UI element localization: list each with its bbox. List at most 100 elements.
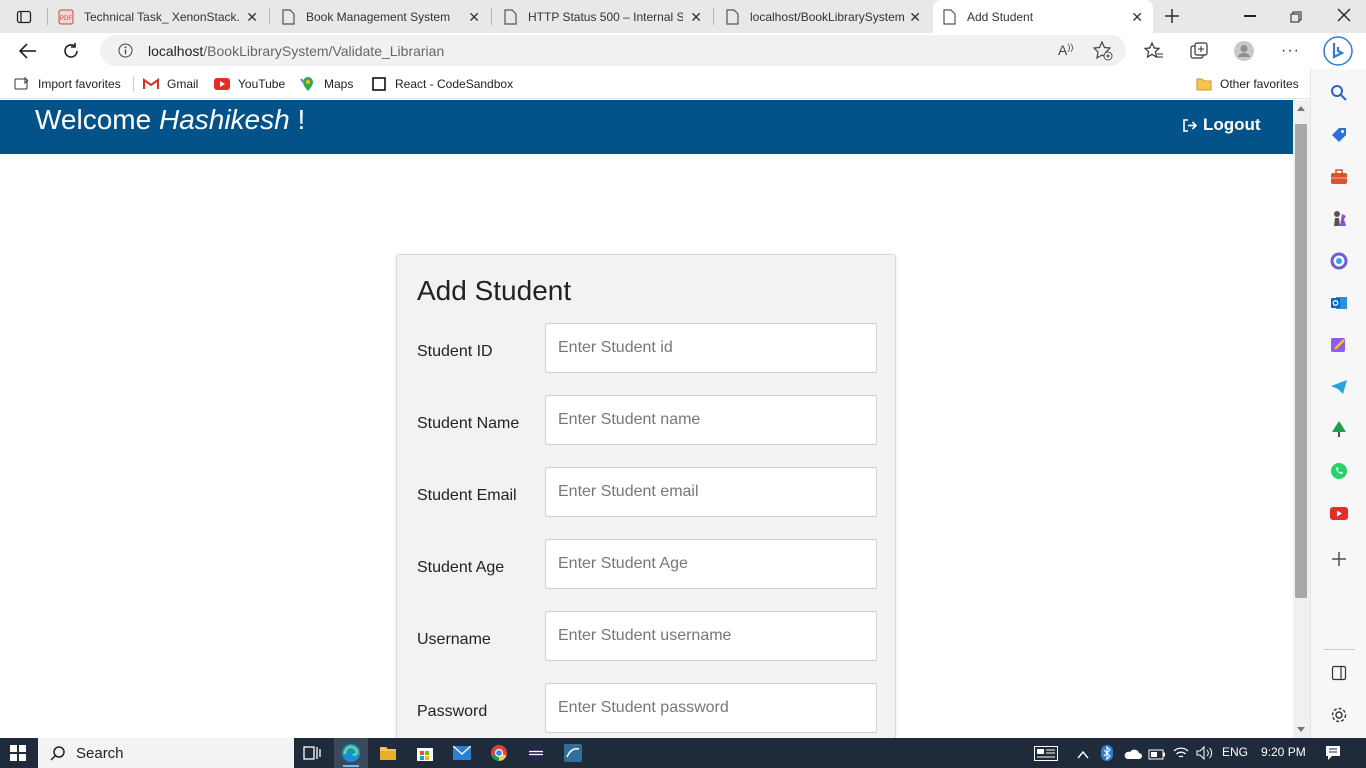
hide-sidebar-icon[interactable]: [1329, 663, 1349, 683]
more-options-icon[interactable]: ···: [1281, 42, 1299, 60]
logout-link[interactable]: Logout: [1182, 115, 1261, 135]
window-close-icon[interactable]: [1337, 8, 1351, 22]
profile-avatar-icon[interactable]: [1233, 40, 1255, 62]
page-icon: [724, 8, 740, 25]
student-age-input[interactable]: [545, 539, 877, 589]
mysql-workbench-icon[interactable]: [563, 743, 583, 763]
task-view-icon[interactable]: [302, 743, 322, 763]
close-icon[interactable]: ✕: [1131, 9, 1143, 26]
sidebar-divider: [1323, 649, 1355, 650]
tools-briefcase-icon[interactable]: [1329, 167, 1349, 187]
language-indicator[interactable]: ENG: [1222, 745, 1248, 759]
welcome-message: Welcome Hashikesh !: [35, 104, 305, 136]
shopping-tag-icon[interactable]: [1329, 125, 1349, 145]
other-favorites-link[interactable]: Other favorites: [1196, 76, 1299, 92]
add-student-form: Add Student Student ID Student Name Stud…: [396, 254, 896, 738]
designer-icon[interactable]: [1329, 335, 1349, 355]
tab-localhost[interactable]: localhost/BookLibrarySystem/ ✕: [716, 0, 931, 33]
tab-separator: [269, 8, 270, 25]
gmail-link[interactable]: Gmail: [143, 76, 198, 92]
favorite-label: Import favorites: [38, 77, 121, 91]
store-icon[interactable]: [415, 743, 435, 763]
tree-icon[interactable]: [1329, 419, 1349, 439]
tab-separator: [47, 8, 48, 25]
add-sidebar-app-icon[interactable]: [1329, 549, 1349, 569]
news-widget-icon[interactable]: [1034, 746, 1058, 761]
file-explorer-icon[interactable]: [378, 743, 398, 763]
page-scrollbar[interactable]: [1293, 100, 1310, 738]
import-favorites-link[interactable]: Import favorites: [14, 76, 121, 92]
tab-label: Technical Task_ XenonStack.p: [84, 9, 239, 24]
show-hidden-icons-icon[interactable]: [1077, 747, 1089, 759]
page-viewport: Welcome Hashikesh ! Logout Add Student S…: [0, 100, 1293, 738]
send-telegram-icon[interactable]: [1329, 377, 1349, 397]
chrome-icon[interactable]: [489, 743, 509, 763]
add-favorite-icon[interactable]: [1092, 40, 1113, 61]
tab-actions-icon[interactable]: [16, 9, 32, 25]
favorites-icon[interactable]: [1143, 41, 1164, 61]
tab-add-student[interactable]: Add Student ✕: [933, 0, 1153, 33]
edge-taskbar-icon[interactable]: [341, 743, 361, 763]
import-icon: [14, 76, 30, 92]
search-label: Search: [76, 744, 124, 762]
games-chess-icon[interactable]: [1329, 209, 1349, 229]
url-host: localhost: [148, 43, 204, 59]
wifi-icon[interactable]: [1173, 746, 1189, 760]
folder-icon: [1196, 76, 1212, 92]
browser-toolbar: localhost/BookLibrarySystem/Validate_Lib…: [0, 33, 1366, 69]
url-text[interactable]: localhost/BookLibrarySystem/Validate_Lib…: [148, 43, 444, 59]
whatsapp-icon[interactable]: [1329, 461, 1349, 481]
outlook-icon[interactable]: [1329, 293, 1349, 313]
minimize-icon[interactable]: [1244, 15, 1256, 17]
bing-copilot-icon[interactable]: [1323, 36, 1353, 66]
new-tab-icon[interactable]: [1163, 7, 1181, 25]
close-icon[interactable]: ✕: [468, 9, 480, 26]
tab-technical-task[interactable]: PDF Technical Task_ XenonStack.p ✕: [50, 0, 268, 33]
sidebar-settings-icon[interactable]: [1329, 705, 1349, 725]
back-icon[interactable]: [18, 42, 38, 60]
eclipse-icon[interactable]: [526, 743, 546, 763]
codesandbox-link[interactable]: React - CodeSandbox: [371, 76, 513, 92]
scroll-up-icon[interactable]: [1297, 106, 1305, 111]
welcome-suffix: !: [297, 104, 306, 135]
browser-tab-strip: PDF Technical Task_ XenonStack.p ✕ Book …: [0, 0, 1366, 33]
favorites-bar: Import favorites Gmail YouTube Maps Reac…: [0, 69, 1310, 99]
microsoft365-icon[interactable]: [1329, 251, 1349, 271]
youtube-link[interactable]: YouTube: [214, 76, 285, 92]
restore-icon[interactable]: [1290, 10, 1302, 23]
volume-icon[interactable]: [1196, 745, 1214, 761]
student-id-input[interactable]: [545, 323, 877, 373]
mail-icon[interactable]: [452, 743, 472, 763]
clock-time[interactable]: 9:20 PM: [1261, 745, 1306, 759]
battery-icon[interactable]: [1148, 747, 1166, 760]
student-name-input[interactable]: [545, 395, 877, 445]
tab-book-management[interactable]: Book Management System ✕: [272, 0, 490, 33]
bluetooth-icon[interactable]: [1101, 745, 1113, 761]
sidebar-search-icon[interactable]: [1329, 83, 1349, 103]
collections-icon[interactable]: [1189, 41, 1209, 61]
url-path: /BookLibrarySystem/Validate_Librarian: [203, 43, 445, 59]
windows-start-icon[interactable]: [10, 745, 26, 761]
site-info-icon[interactable]: [118, 43, 133, 58]
student-email-input[interactable]: [545, 467, 877, 517]
username-input[interactable]: [545, 611, 877, 661]
maps-link[interactable]: Maps: [300, 76, 353, 92]
notifications-icon[interactable]: [1325, 745, 1341, 761]
youtube-icon: [214, 76, 230, 92]
site-header: Welcome Hashikesh ! Logout: [0, 100, 1293, 154]
password-input[interactable]: [545, 683, 877, 733]
close-icon[interactable]: ✕: [246, 9, 258, 26]
address-bar[interactable]: localhost/BookLibrarySystem/Validate_Lib…: [100, 35, 1126, 66]
scroll-down-icon[interactable]: [1297, 727, 1305, 732]
student-id-label: Student ID: [417, 343, 493, 360]
sidebar-youtube-icon[interactable]: [1329, 503, 1349, 523]
close-icon[interactable]: ✕: [690, 9, 702, 26]
tab-http-500[interactable]: HTTP Status 500 – Internal Se ✕: [494, 0, 712, 33]
read-aloud-icon[interactable]: A)): [1058, 42, 1076, 58]
refresh-icon[interactable]: [62, 42, 80, 60]
onedrive-icon[interactable]: [1124, 747, 1142, 759]
taskbar-search[interactable]: Search: [38, 738, 294, 768]
favorite-label: React - CodeSandbox: [395, 77, 514, 91]
scroll-thumb[interactable]: [1295, 124, 1307, 598]
close-icon[interactable]: ✕: [909, 9, 921, 26]
